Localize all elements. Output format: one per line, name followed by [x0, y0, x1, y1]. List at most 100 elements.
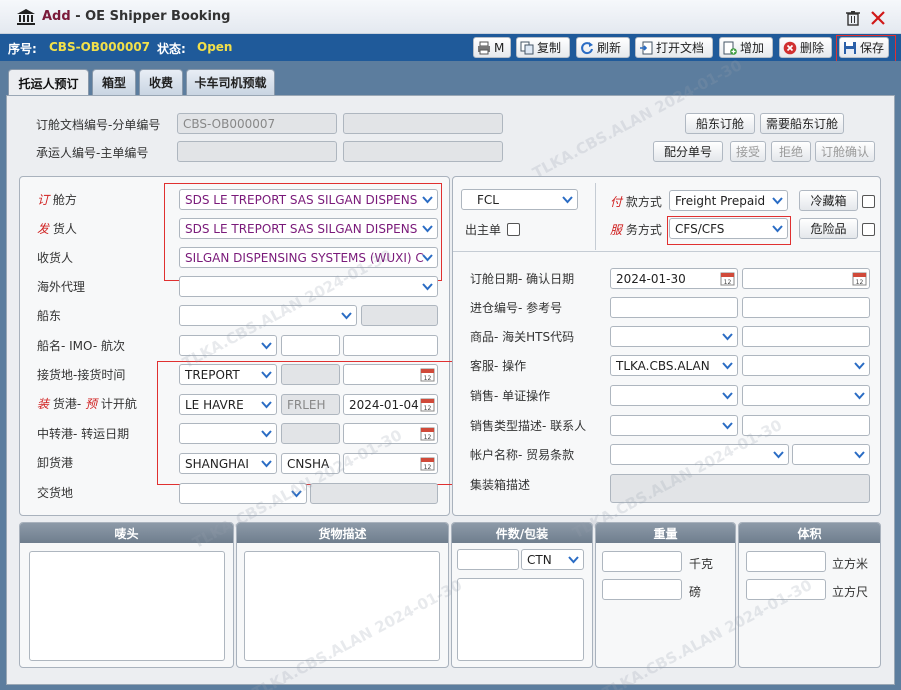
- cbm-label: 立方米: [832, 557, 869, 571]
- chevron-down-icon[interactable]: [768, 445, 788, 464]
- volume-cft-field[interactable]: [746, 579, 826, 600]
- close-icon[interactable]: [870, 10, 886, 26]
- pieces-field[interactable]: [457, 549, 519, 570]
- vessel-select[interactable]: [179, 335, 277, 356]
- status-value: Open: [197, 40, 233, 54]
- reject-button[interactable]: 拒绝: [771, 141, 811, 162]
- chevron-down-icon[interactable]: [849, 445, 869, 464]
- operator-select[interactable]: [742, 355, 870, 376]
- chevron-down-icon[interactable]: [557, 190, 577, 209]
- chevron-down-icon[interactable]: [849, 386, 869, 405]
- chevron-down-icon[interactable]: [717, 416, 737, 435]
- bank-icon: [17, 9, 35, 25]
- chevron-down-icon[interactable]: [563, 550, 583, 569]
- weight-kg-field[interactable]: [602, 551, 682, 572]
- carrier-no-label: 承运人编号-主单编号: [36, 146, 149, 160]
- refresh-label: 刷新: [597, 41, 622, 55]
- chevron-down-icon[interactable]: [767, 191, 787, 210]
- overseas-agent-select[interactable]: [179, 276, 438, 297]
- calendar-icon[interactable]: 12: [720, 271, 735, 286]
- chevron-down-icon[interactable]: [336, 306, 356, 325]
- tab-container-type[interactable]: 箱型: [92, 69, 136, 95]
- calendar-icon[interactable]: 12: [852, 271, 867, 286]
- pieces-textarea[interactable]: [457, 578, 584, 661]
- carrier-booking-button[interactable]: 船东订舱: [685, 113, 755, 134]
- contact-field[interactable]: [742, 415, 870, 436]
- payment-select[interactable]: Freight Prepaid: [669, 190, 788, 211]
- need-carrier-booking-button[interactable]: 需要船东订舱: [760, 113, 844, 134]
- package-unit-select[interactable]: CTN: [521, 549, 584, 570]
- goods-textarea[interactable]: [244, 551, 440, 661]
- delivery-select[interactable]: [179, 483, 307, 504]
- tab-truck-preload[interactable]: 卡车司机预载: [186, 69, 275, 95]
- split-number-button[interactable]: 配分单号: [653, 141, 723, 162]
- hts-code-field[interactable]: [742, 326, 870, 347]
- printer-icon: [478, 41, 490, 54]
- voyage-field[interactable]: [343, 335, 438, 356]
- master-bill-checkbox[interactable]: [507, 223, 520, 236]
- booking-confirm-button[interactable]: 订舱确认: [815, 141, 875, 162]
- doc-operator-select[interactable]: [742, 385, 870, 406]
- title-mode: Add: [42, 9, 71, 24]
- sales-type-label: 销售类型描述- 联系人: [470, 419, 587, 433]
- service-label-red: 服: [610, 223, 623, 237]
- booking-date-field[interactable]: 2024-01-30 12: [610, 268, 738, 289]
- volume-header: 体积: [739, 523, 880, 543]
- booker-label: 订 舱方: [37, 191, 77, 208]
- marks-textarea[interactable]: [29, 551, 225, 661]
- booking-date-label: 订舱日期- 确认日期: [470, 272, 575, 286]
- toolbar: 序号: CBS-OB000007 状态: Open M 复制 刷新 打开文档 增…: [0, 34, 901, 61]
- chevron-down-icon[interactable]: [717, 356, 737, 375]
- dangerous-goods-checkbox[interactable]: [862, 223, 875, 236]
- trade-terms-select[interactable]: [792, 444, 870, 465]
- booking-doc-value: CBS-OB000007: [183, 116, 276, 131]
- open-document-button[interactable]: 打开文档: [635, 37, 713, 58]
- service-highlight-box: [667, 216, 791, 245]
- shipper-label-rest: 货人: [49, 222, 77, 236]
- chevron-down-icon[interactable]: [717, 327, 737, 346]
- pol-label-red: 装: [37, 397, 50, 411]
- seq-label: 序号:: [8, 42, 37, 56]
- load-type-select[interactable]: FCL: [461, 189, 578, 210]
- carrier-select[interactable]: [179, 305, 357, 326]
- divider: [453, 251, 880, 252]
- pol-label: 装 货港- 预 计开航: [37, 395, 137, 412]
- reefer-checkbox[interactable]: [862, 195, 875, 208]
- tab-charges[interactable]: 收费: [139, 69, 183, 95]
- sales-select[interactable]: [610, 385, 738, 406]
- split-number-field: [343, 113, 503, 134]
- sales-type-select[interactable]: [610, 415, 738, 436]
- chevron-down-icon[interactable]: [286, 484, 306, 503]
- copy-label: 复制: [537, 41, 562, 55]
- divider: [595, 183, 596, 250]
- reefer-button[interactable]: 冷藏箱: [799, 190, 858, 211]
- cs-select[interactable]: TLKA.CBS.ALAN: [610, 355, 738, 376]
- volume-cbm-field[interactable]: [746, 551, 826, 572]
- dangerous-goods-button[interactable]: 危险品: [799, 218, 858, 239]
- refresh-button[interactable]: 刷新: [576, 37, 630, 58]
- tab-shipper-booking[interactable]: 托运人预订: [8, 69, 89, 96]
- chevron-down-icon[interactable]: [417, 277, 437, 296]
- add-button[interactable]: 增加: [719, 37, 773, 58]
- booking-doc-field: CBS-OB000007: [177, 113, 337, 134]
- confirm-date-field[interactable]: 12: [742, 268, 870, 289]
- trash-icon[interactable]: [845, 10, 861, 26]
- delete-button[interactable]: 删除: [779, 37, 832, 58]
- accept-button[interactable]: 接受: [730, 141, 766, 162]
- reference-no-field[interactable]: [742, 297, 870, 318]
- weight-lb-field[interactable]: [602, 579, 682, 600]
- commodity-select[interactable]: [610, 326, 738, 347]
- print-button[interactable]: M: [473, 37, 511, 58]
- warehouse-no-field[interactable]: [610, 297, 738, 318]
- add-document-icon: [723, 41, 737, 55]
- pol-label-mid: 货港-: [49, 397, 85, 411]
- chevron-down-icon[interactable]: [717, 386, 737, 405]
- delete-icon: [783, 41, 797, 54]
- copy-button[interactable]: 复制: [516, 37, 570, 58]
- delivery-code-field: [310, 483, 438, 504]
- payment-label-red: 付: [610, 195, 623, 209]
- chevron-down-icon[interactable]: [849, 356, 869, 375]
- imo-field[interactable]: [281, 335, 340, 356]
- account-select[interactable]: [610, 444, 789, 465]
- chevron-down-icon[interactable]: [256, 336, 276, 355]
